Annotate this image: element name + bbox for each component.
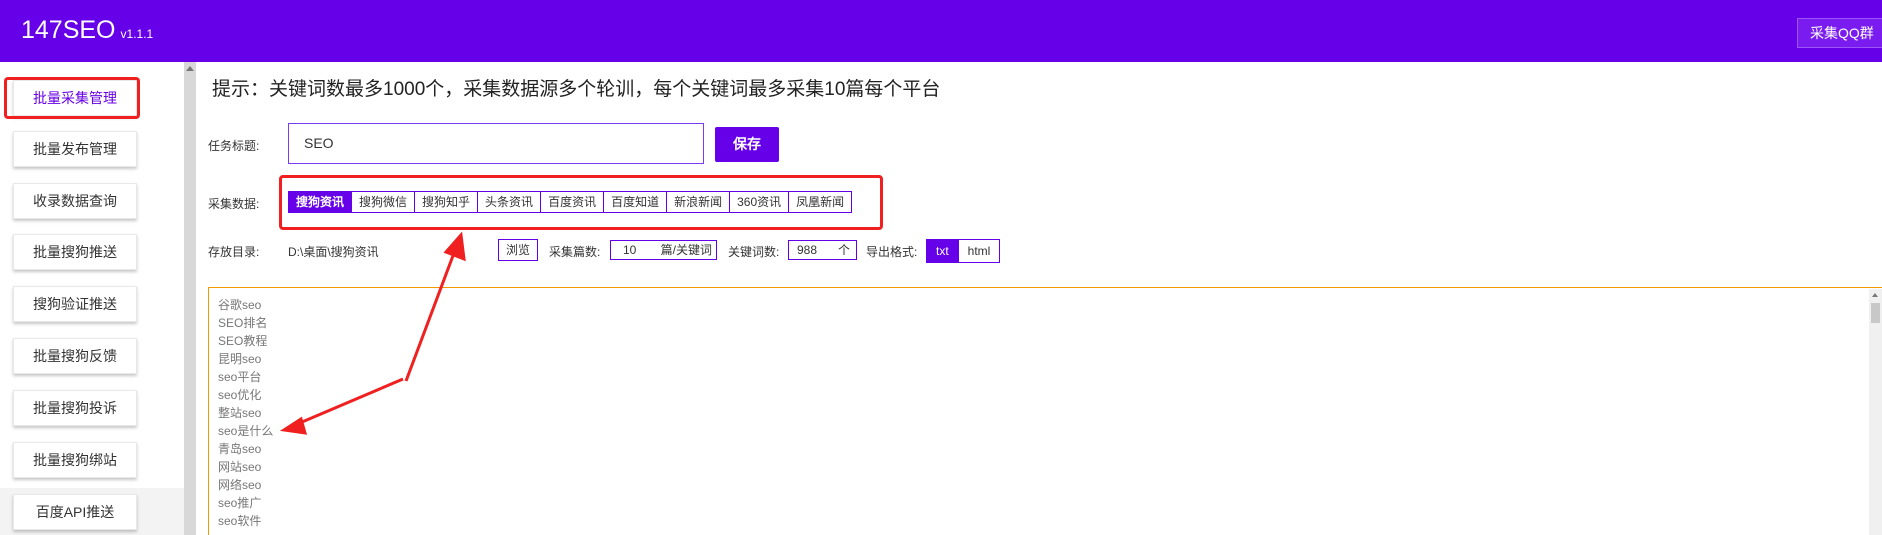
sidebar-item-sogou-verify-push[interactable]: 搜狗验证推送 [13, 286, 137, 322]
scrollbar-thumb[interactable] [1871, 303, 1880, 323]
tip-text: 提示：关键词数最多1000个，采集数据源多个轮训，每个关键词最多采集10篇每个平… [212, 79, 941, 100]
textarea-scrollbar[interactable] [1869, 289, 1882, 535]
format-txt[interactable]: txt [926, 239, 959, 263]
format-html[interactable]: html [957, 239, 1001, 263]
list-item: seo是什么 [218, 424, 274, 438]
keywords-textarea[interactable] [208, 287, 1882, 535]
article-count-label: 采集篇数: [549, 245, 601, 259]
app-header: 147SEO v1.1.1 采集QQ群 [0, 0, 1882, 62]
sidebar-item-index-query[interactable]: 收录数据查询 [13, 183, 137, 219]
list-item: 网络seo [218, 478, 262, 492]
list-item: 昆明seo [218, 352, 262, 366]
sidebar-item-sogou-complaint[interactable]: 批量搜狗投诉 [13, 390, 137, 426]
list-item: SEO排名 [218, 316, 268, 330]
list-item: SEO教程 [218, 334, 268, 348]
scroll-up-icon[interactable] [1872, 293, 1878, 297]
brand-version: v1.1.1 [120, 27, 154, 41]
list-item: seo推广 [218, 496, 262, 510]
arrow-up-head-icon [443, 231, 466, 262]
article-count-value: 10 [623, 243, 637, 257]
export-format-selector: txt html [926, 239, 1001, 263]
task-title-input[interactable]: SEO [288, 123, 704, 164]
sidebar-item-sogou-bind[interactable]: 批量搜狗绑站 [13, 442, 137, 478]
sidebar-item-sogou-feedback[interactable]: 批量搜狗反馈 [13, 338, 137, 374]
save-dir-label: 存放目录: [208, 245, 260, 259]
browse-button[interactable]: 浏览 [498, 239, 539, 261]
task-title-label: 任务标题: [208, 139, 260, 153]
sidebar-item-batch-publish[interactable]: 批量发布管理 [13, 131, 137, 167]
keyword-count-unit: 个 [837, 243, 850, 257]
brand-name: 147SEO [21, 16, 116, 44]
sidebar-item-baidu-api-push[interactable]: 百度API推送 [13, 494, 137, 530]
scroll-up-icon[interactable] [186, 66, 194, 71]
keyword-count-value: 988 [797, 243, 818, 257]
list-item: 整站seo [218, 406, 262, 420]
list-item: 谷歌seo [218, 298, 262, 312]
article-count-input[interactable]: 10 篇/关键词 [610, 240, 717, 260]
save-button[interactable]: 保存 [715, 127, 779, 162]
brand-logo: 147SEO v1.1.1 [21, 16, 153, 45]
list-item: 青岛seo [218, 442, 262, 456]
keyword-list: 谷歌seo SEO排名 SEO教程昆明seo seo平台 seo优化整站seo seo是什… [218, 296, 273, 530]
highlight-box-platforms [279, 175, 883, 230]
export-format-label: 导出格式: [866, 245, 918, 259]
sidebar-item-sogou-push[interactable]: 批量搜狗推送 [13, 234, 137, 270]
keyword-count-label: 关键词数: [728, 245, 780, 259]
list-item: seo平台 [218, 370, 262, 384]
qq-group-button[interactable]: 采集QQ群 [1797, 18, 1882, 48]
collect-data-label: 采集数据: [208, 197, 260, 211]
main-scrollbar[interactable] [184, 62, 196, 535]
list-item: 网站seo [218, 460, 262, 474]
article-count-unit: 篇/关键词 [660, 243, 712, 257]
list-item: seo优化 [218, 388, 262, 402]
save-dir-value: D:\桌面\搜狗资讯 [288, 245, 379, 259]
list-item: seo软件 [218, 514, 262, 528]
highlight-box-sidebar [4, 77, 140, 119]
keyword-count-input[interactable]: 988 个 [788, 240, 857, 260]
